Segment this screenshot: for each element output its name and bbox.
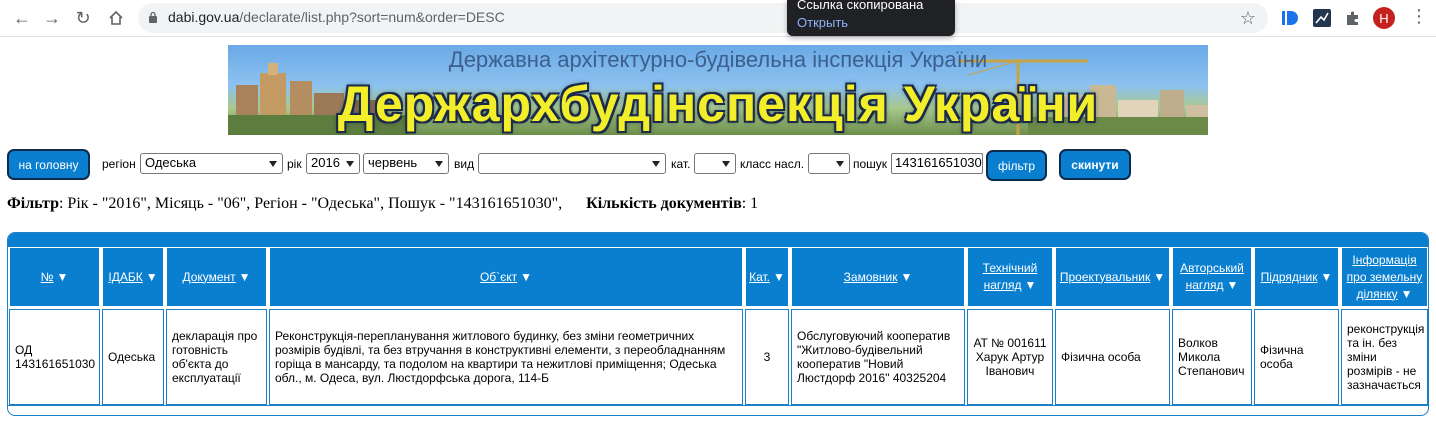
profile-avatar[interactable]: H: [1373, 7, 1395, 29]
browser-toolbar: ← → ↻ dabi.gov.ua/declarate/list.php?sor…: [0, 0, 1436, 37]
cell-tech-supervision: АТ № 001611 Харук Артур Іванович: [967, 309, 1053, 405]
browser-menu-icon[interactable]: ⋮: [1410, 6, 1428, 27]
banner-subtitle: Державна архітектурно-будівельна інспекц…: [448, 47, 988, 72]
region-label: регіон: [102, 157, 136, 171]
url-text: dabi.gov.ua/declarate/list.php?sort=num&…: [168, 9, 505, 25]
reset-button[interactable]: скинути: [1059, 149, 1131, 180]
extension-id-icon[interactable]: [1278, 7, 1300, 29]
cell-designer: Фізична особа: [1055, 309, 1170, 405]
declarations-table: № ▼ ІДАБК ▼ Документ ▼ Об`єкт ▼ Кат. ▼ Замовн…: [7, 232, 1429, 416]
sort-down-icon: ▼: [1024, 278, 1037, 292]
column-header-object[interactable]: Об`єкт ▼: [269, 247, 743, 307]
filter-bar: на головну регіон Одеська рік 2016 черве…: [0, 147, 1436, 183]
column-header-idabk[interactable]: ІДАБК ▼: [102, 247, 164, 307]
cell-customer: Обслуговуючий кооператив "Житлово-будіве…: [791, 309, 965, 405]
year-label: рік: [287, 157, 302, 171]
column-header-document[interactable]: Документ ▼: [166, 247, 267, 307]
column-header-designer[interactable]: Проектувальник ▼: [1055, 247, 1170, 307]
document-count-value: : 1: [741, 195, 759, 212]
sort-down-icon: ▼: [520, 269, 533, 284]
link-copied-toast: Ссылка скопирована Открыть: [787, 0, 955, 36]
sort-down-icon: ▼: [900, 269, 913, 284]
cell-object: Реконструкція-перепланування житлового б…: [269, 309, 743, 405]
category-select[interactable]: [694, 153, 736, 174]
category-label: кат.: [671, 157, 691, 171]
address-bar[interactable]: dabi.gov.ua/declarate/list.php?sort=num&…: [138, 3, 1268, 33]
toast-title: Ссылка скопирована: [797, 0, 924, 12]
sort-down-icon: ▼: [1153, 269, 1166, 284]
sort-down-icon: ▼: [145, 269, 158, 284]
document-count-label: Кількість документів: [586, 195, 742, 212]
search-label: пошук: [853, 157, 888, 171]
filter-summary-text: : Рік - "2016", Місяць - "06", Регіон - …: [58, 195, 563, 212]
cell-author-supervision: Волков Микола Степанович: [1172, 309, 1252, 405]
cell-number: ОД 143161651030: [9, 309, 100, 405]
sort-down-icon: ▼: [1400, 286, 1413, 301]
toast-open-link[interactable]: Открыть: [797, 15, 848, 30]
bookmark-star-icon[interactable]: ☆: [1240, 8, 1256, 29]
sort-down-icon: ▼: [56, 269, 69, 284]
column-header-tech-supervision[interactable]: Технічний нагляд ▼: [967, 247, 1053, 307]
filter-summary: Фільтр: Рік - "2016", Місяць - "06", Рег…: [7, 195, 758, 213]
cell-document: декларація про готовність об'єкта до екс…: [166, 309, 267, 405]
cell-category: 3: [745, 309, 789, 405]
extensions-puzzle-icon[interactable]: [1342, 7, 1364, 29]
cell-land-info: реконструкція та ін. без зміни розмірів …: [1341, 309, 1428, 405]
back-arrow-icon[interactable]: ←: [10, 6, 34, 30]
cell-contractor: Фізична особа: [1254, 309, 1339, 405]
search-input[interactable]: 143161651030: [891, 153, 983, 174]
column-header-author-supervision[interactable]: Авторський нагляд ▼: [1172, 247, 1252, 307]
sort-down-icon: ▼: [1320, 269, 1333, 284]
sort-down-icon: ▼: [238, 269, 251, 284]
column-header-category[interactable]: Кат. ▼: [745, 247, 789, 307]
reload-icon[interactable]: ↻: [71, 6, 95, 30]
class-label: класс насл.: [740, 157, 805, 171]
month-select[interactable]: червень: [363, 153, 449, 174]
filter-button[interactable]: фільтр: [986, 150, 1047, 181]
table-bottom-line: [8, 405, 1428, 406]
column-header-number[interactable]: № ▼: [9, 247, 100, 307]
extension-chart-icon[interactable]: [1311, 7, 1333, 29]
table-top-strip: [8, 233, 1428, 247]
sort-down-icon: ▼: [773, 269, 785, 284]
header-banner: Державна архітектурно-будівельна інспекц…: [228, 45, 1208, 135]
filter-summary-label: Фільтр: [7, 195, 59, 212]
column-header-contractor[interactable]: Підрядник ▼: [1254, 247, 1339, 307]
forward-arrow-icon[interactable]: →: [40, 6, 64, 30]
column-header-land-info[interactable]: Інформація про земельну ділянку ▼: [1341, 247, 1428, 307]
class-select[interactable]: [808, 153, 850, 174]
year-select[interactable]: 2016: [306, 153, 360, 174]
column-header-customer[interactable]: Замовник ▼: [791, 247, 965, 307]
sort-down-icon: ▼: [1226, 278, 1239, 292]
home-button[interactable]: на головну: [7, 149, 90, 180]
home-icon[interactable]: [104, 6, 128, 30]
lock-icon: [149, 11, 157, 23]
region-select[interactable]: Одеська: [140, 153, 283, 174]
type-select[interactable]: [478, 153, 666, 174]
cell-idabk: Одеська: [102, 309, 164, 405]
type-label: вид: [454, 157, 475, 171]
banner-title: Держархбудінспекція України: [337, 76, 1099, 132]
